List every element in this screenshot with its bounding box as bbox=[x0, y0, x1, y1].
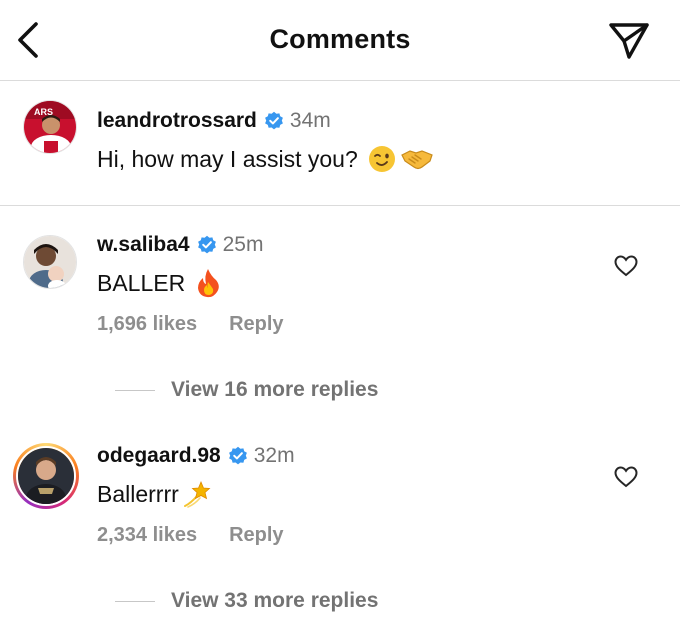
handshake-emoji bbox=[400, 150, 433, 170]
timestamp: 32m bbox=[253, 444, 295, 467]
comment-header: w.saliba4 25m bbox=[97, 233, 263, 257]
share-button[interactable] bbox=[604, 18, 654, 62]
verified-badge-icon bbox=[228, 446, 247, 465]
comment-text-row: Ballerrrr bbox=[97, 479, 211, 509]
likes-count[interactable]: 1,696 likes bbox=[97, 313, 197, 336]
avatar[interactable]: ARS bbox=[23, 100, 77, 154]
comment-header: odegaard.98 32m bbox=[97, 444, 295, 468]
comment-meta: 1,696 likes Reply bbox=[97, 313, 284, 336]
comment-text: Ballerrrr bbox=[97, 480, 179, 507]
divider-line bbox=[115, 389, 155, 391]
timestamp: 25m bbox=[222, 233, 264, 256]
username[interactable]: odegaard.98 bbox=[97, 444, 221, 468]
fire-emoji bbox=[198, 269, 219, 298]
reply-button[interactable]: Reply bbox=[229, 313, 283, 336]
caption-text: Hi, how may I assist you? bbox=[97, 145, 358, 172]
verified-badge-icon bbox=[197, 235, 216, 254]
paper-plane-icon bbox=[609, 23, 649, 59]
dizzy-emoji bbox=[183, 480, 211, 508]
view-replies-button[interactable]: View 33 more replies bbox=[115, 589, 378, 613]
avatar[interactable] bbox=[23, 235, 77, 289]
avatar[interactable] bbox=[13, 443, 79, 509]
caption-text-row: Hi, how may I assist you? bbox=[97, 145, 434, 173]
view-replies-label: View 33 more replies bbox=[171, 589, 379, 612]
comment-text: BALLER bbox=[97, 269, 186, 296]
heart-icon[interactable] bbox=[613, 253, 639, 279]
username[interactable]: leandrotrossard bbox=[97, 109, 257, 133]
profile-photo bbox=[18, 448, 74, 504]
heart-icon[interactable] bbox=[613, 464, 639, 490]
post-caption: ARS leandrotrossard 34m Hi, how may I as… bbox=[0, 81, 680, 206]
caption-header: leandrotrossard 34m bbox=[97, 109, 331, 133]
likes-count[interactable]: 2,334 likes bbox=[97, 524, 197, 547]
profile-photo bbox=[24, 236, 76, 288]
verified-badge-icon bbox=[264, 111, 283, 130]
page-title: Comments bbox=[269, 24, 411, 54]
profile-photo: ARS bbox=[24, 101, 76, 153]
view-replies-button[interactable]: View 16 more replies bbox=[115, 378, 378, 402]
header-bar: Comments bbox=[0, 0, 680, 81]
winking-face-emoji bbox=[368, 146, 395, 172]
comment-text-row: BALLER bbox=[97, 268, 221, 298]
divider-line bbox=[115, 600, 155, 602]
avatar-photo-frame bbox=[16, 446, 76, 506]
username[interactable]: w.saliba4 bbox=[97, 233, 190, 257]
view-replies-label: View 16 more replies bbox=[171, 378, 379, 401]
timestamp: 34m bbox=[289, 109, 331, 132]
reply-button[interactable]: Reply bbox=[229, 524, 283, 547]
comment-meta: 2,334 likes Reply bbox=[97, 524, 284, 547]
